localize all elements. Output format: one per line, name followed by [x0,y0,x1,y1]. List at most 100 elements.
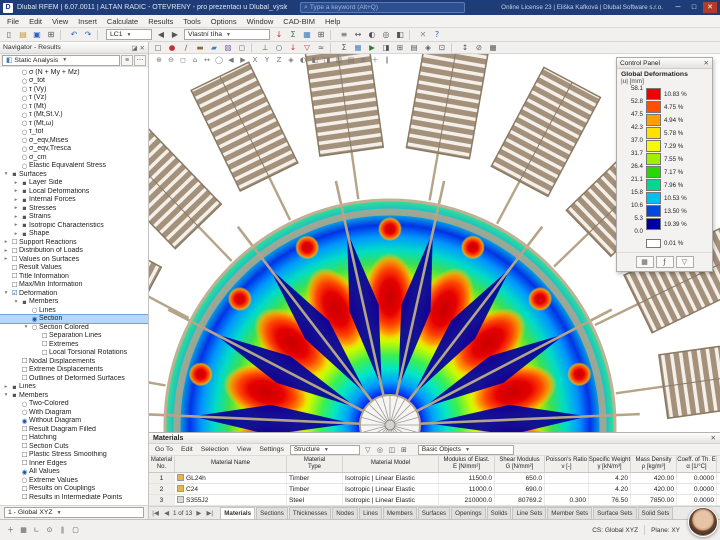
table-tab[interactable]: Openings [451,507,486,519]
node-icon[interactable]: ● [166,43,179,53]
item-control-icon[interactable]: ☐ [10,272,19,280]
expander-icon[interactable]: ▸ [2,239,10,245]
item-control-icon[interactable]: ☐ [40,349,49,357]
table-tab[interactable]: Sections [256,507,288,519]
pan-icon[interactable]: ↔ [202,55,213,65]
tree-item[interactable]: ☐ Results on Couplings [0,485,148,494]
render-mode-icon[interactable]: ◐ [366,29,379,40]
expander-icon[interactable]: ▾ [2,171,10,177]
expander-icon[interactable]: ▸ [12,197,20,203]
keyword-search[interactable]: ⌕ [300,2,465,13]
item-control-icon[interactable]: ☐ [10,255,19,263]
item-control-icon[interactable]: ☑ [10,289,19,297]
tree-item[interactable]: ▸ ▪ Local Deformations [0,187,148,196]
display-properties-icon[interactable]: ≡ [358,55,369,65]
table-filter-icon[interactable]: ▽ [362,445,373,455]
snap-icon[interactable]: ＋ [370,55,381,65]
tree-item[interactable]: ○ Extreme Values [0,476,148,485]
scale-factors-button[interactable]: ƒ [656,256,674,268]
tree-item[interactable]: ▾ ○ Section Colored [0,323,148,332]
zoom-out-icon[interactable]: ⊖ [166,55,177,65]
next-load-case-icon[interactable]: ▶ [169,29,182,40]
item-control-icon[interactable]: ☐ [10,238,19,246]
guide-icon[interactable]: ∥ [382,55,393,65]
expander-icon[interactable]: ▸ [12,180,20,186]
item-control-icon[interactable]: ○ [20,145,29,153]
item-control-icon[interactable]: ☐ [20,434,29,442]
load-combination-icon[interactable]: Σ [338,43,351,53]
item-control-icon[interactable]: ☐ [20,442,29,450]
user-avatar[interactable] [688,507,718,537]
item-control-icon[interactable]: ○ [20,119,29,127]
menu-item[interactable]: Calculate [102,15,143,28]
item-control-icon[interactable]: ○ [30,323,39,331]
mesh-icon[interactable]: ▦ [352,43,365,53]
menu-item[interactable]: Edit [24,15,47,28]
show-loads-icon[interactable]: ↓ [273,29,286,40]
solid-icon[interactable]: ▧ [222,43,235,53]
item-control-icon[interactable]: ▪ [20,230,29,238]
tree-item[interactable]: ○ τ (Vy) [0,85,148,94]
item-control-icon[interactable]: ○ [20,111,29,119]
tree-item[interactable]: ☐ Title Information [0,272,148,281]
item-control-icon[interactable]: ▪ [20,179,29,187]
table-menu-item[interactable]: Edit [177,446,197,453]
first-page-icon[interactable]: |◀ [151,510,160,517]
item-control-icon[interactable]: ☐ [10,281,19,289]
item-control-icon[interactable]: ☐ [20,485,29,493]
item-control-icon[interactable]: ◉ [30,315,39,323]
coordinate-system-combo[interactable]: 1 - Global XYZ▼ [4,507,144,518]
item-control-icon[interactable]: ▪ [20,221,29,229]
item-control-icon[interactable]: ☐ [10,264,19,272]
expander-icon[interactable]: ▸ [12,214,20,220]
minimize-button[interactable]: ─ [671,2,685,13]
help-icon[interactable]: ? [431,29,444,40]
view-y-icon[interactable]: Y [262,55,273,65]
tree-item[interactable]: ☐ Plastic Stress Smoothing [0,451,148,460]
expander-icon[interactable]: ▸ [12,205,20,211]
separator[interactable] [451,43,456,53]
section-icon[interactable]: ◧ [394,29,407,40]
tree-item[interactable]: ☐ Result Values [0,264,148,273]
column-header[interactable]: Modulus of Elast. E [N/mm²] [439,456,495,472]
tree-item[interactable]: ◉ Section [0,315,148,324]
item-control-icon[interactable]: ☐ [20,459,29,467]
tree-item[interactable]: ○ τ (Mt,St.V.) [0,111,148,120]
tree-item[interactable]: ☐ Section Cuts [0,442,148,451]
load-case-name-combo[interactable]: Vlastní tíha▼ [184,29,270,40]
prev-page-icon[interactable]: ◀ [162,510,171,517]
views-icon[interactable]: ◈ [422,43,435,53]
results-navigator-icon[interactable]: ◨ [380,43,393,53]
tree-item[interactable]: ▸ ▪ Strains [0,213,148,222]
menu-item[interactable]: Window [242,15,279,28]
table-columns-icon[interactable]: ◫ [386,445,397,455]
printout-report-icon[interactable]: ⊡ [436,43,449,53]
search-input[interactable] [310,4,461,11]
materials-header[interactable]: Materials ✕ [149,433,720,444]
item-control-icon[interactable]: ☐ [20,374,29,382]
item-control-icon[interactable]: ○ [20,136,29,144]
zoom-window-icon[interactable]: ◻ [178,55,189,65]
separator[interactable] [330,43,335,53]
shading-icon[interactable]: ◐ [298,55,309,65]
item-control-icon[interactable]: ☐ [20,366,29,374]
column-header[interactable]: Material Type [287,456,343,472]
tree-item[interactable]: ○ With Diagram [0,408,148,417]
column-header[interactable]: Coeff. of Th. E α [1/°C] [677,456,717,472]
settings-icon[interactable]: ✕ [417,29,430,40]
tree-item[interactable]: ▸ ☐ Distribution of Loads [0,247,148,256]
expander-icon[interactable]: ▾ [2,290,10,296]
table-tab[interactable]: Solid Sets [638,507,674,519]
grid-icon[interactable]: ▦ [487,43,500,53]
item-control-icon[interactable]: ▪ [10,391,19,399]
panel-icon[interactable]: ▤ [408,43,421,53]
separator[interactable] [330,30,335,40]
tree-item[interactable]: ▸ ▪ Internal Forces [0,196,148,205]
dimensions-icon[interactable]: ↔ [352,29,365,40]
material-row[interactable]: 1 GL24h Timber Isotropic | Linear Elasti… [149,473,720,484]
expander-icon[interactable]: ▸ [12,188,20,194]
tree-item[interactable]: ▾ ☑ Deformation [0,289,148,298]
menu-item[interactable]: Insert [73,15,102,28]
menu-item[interactable]: View [47,15,73,28]
color-scale-button[interactable]: ▦ [636,256,654,268]
